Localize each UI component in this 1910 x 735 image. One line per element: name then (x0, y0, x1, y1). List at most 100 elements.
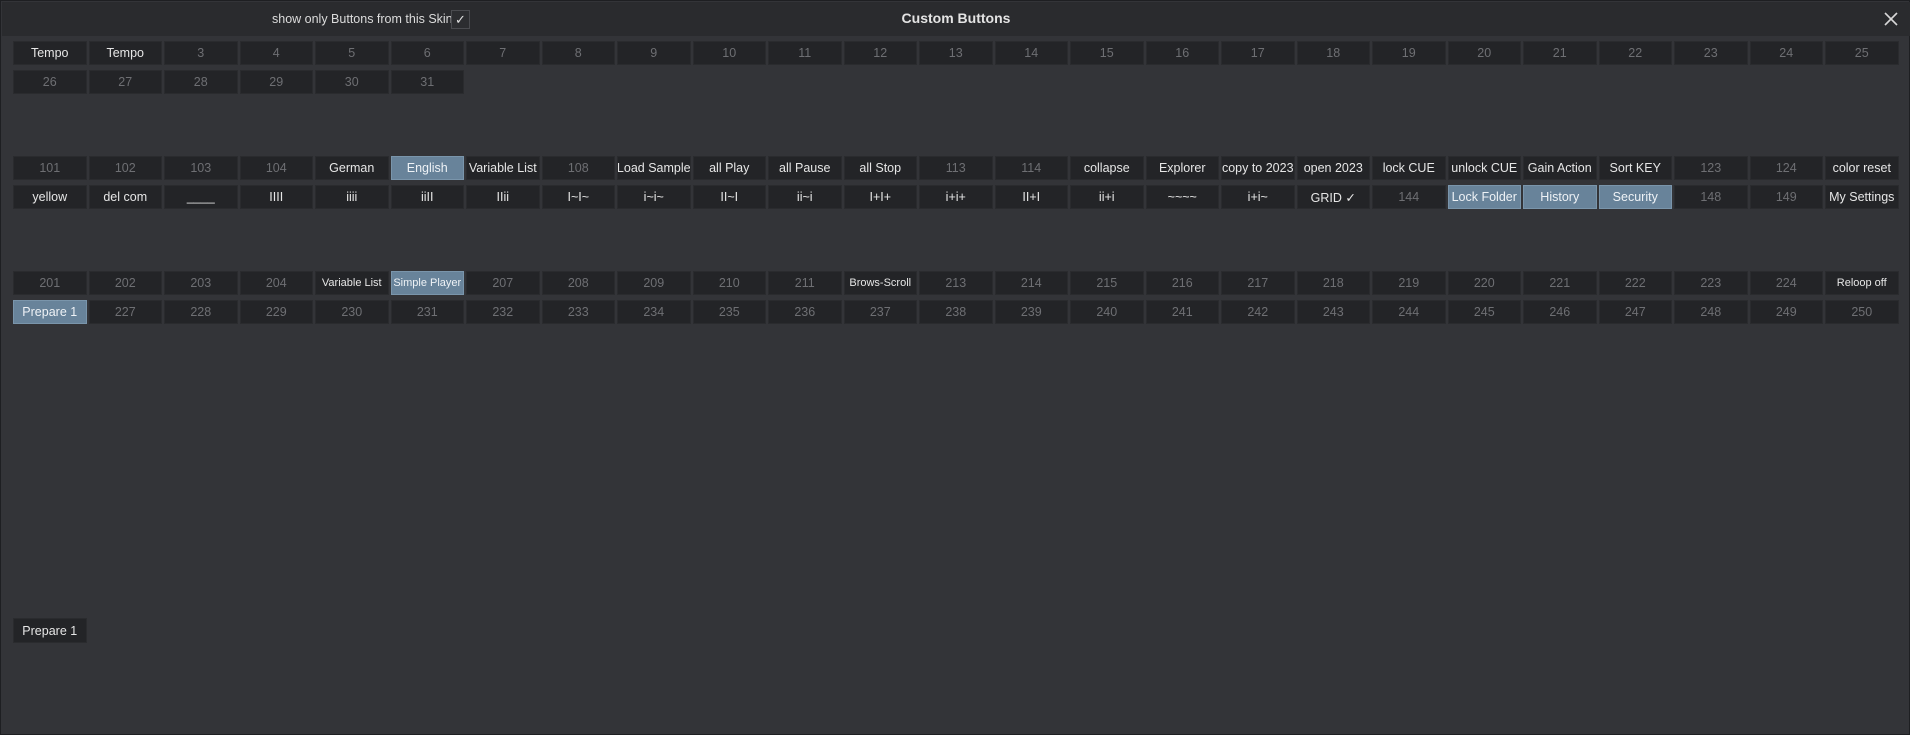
custom-button[interactable]: 207 (466, 271, 540, 295)
custom-button[interactable]: 227 (88, 300, 162, 324)
custom-button[interactable]: i+i+ (919, 185, 993, 209)
custom-button[interactable]: Prepare 1 (13, 300, 87, 324)
custom-button[interactable]: IIII (239, 185, 313, 209)
custom-button[interactable]: My Settings (1825, 185, 1899, 209)
custom-button[interactable]: 14 (994, 41, 1068, 65)
custom-button[interactable]: del com (88, 185, 162, 209)
custom-button[interactable]: yellow (13, 185, 87, 209)
custom-button[interactable]: II+I (994, 185, 1068, 209)
custom-button[interactable]: II~I (692, 185, 766, 209)
custom-button[interactable]: 221 (1523, 271, 1597, 295)
custom-button[interactable]: ~~~~ (1145, 185, 1219, 209)
custom-button[interactable]: iiii (315, 185, 389, 209)
custom-button[interactable]: 240 (1070, 300, 1144, 324)
custom-button[interactable]: 16 (1145, 41, 1219, 65)
custom-button[interactable]: 219 (1372, 271, 1446, 295)
custom-button[interactable]: Reloop off (1825, 271, 1899, 295)
custom-button[interactable]: 15 (1070, 41, 1144, 65)
custom-button[interactable]: 242 (1221, 300, 1295, 324)
custom-button[interactable]: 203 (164, 271, 238, 295)
custom-button[interactable]: 211 (768, 271, 842, 295)
custom-button[interactable]: 6 (390, 41, 464, 65)
custom-button[interactable]: 12 (843, 41, 917, 65)
custom-button[interactable]: 114 (994, 156, 1068, 180)
custom-button[interactable]: 229 (239, 300, 313, 324)
custom-button[interactable]: 244 (1372, 300, 1446, 324)
custom-button[interactable]: 218 (1296, 271, 1370, 295)
custom-button[interactable]: 249 (1749, 300, 1823, 324)
custom-button[interactable]: 123 (1674, 156, 1748, 180)
custom-button[interactable]: lock CUE (1372, 156, 1446, 180)
custom-button[interactable]: Simple Player (390, 271, 464, 295)
custom-button[interactable]: ii~i (768, 185, 842, 209)
custom-button[interactable]: 104 (239, 156, 313, 180)
custom-button[interactable]: 238 (919, 300, 993, 324)
custom-button[interactable]: 7 (466, 41, 540, 65)
custom-button[interactable]: iiII (390, 185, 464, 209)
custom-button[interactable]: 247 (1598, 300, 1672, 324)
custom-button[interactable]: 3 (164, 41, 238, 65)
custom-button[interactable]: 102 (88, 156, 162, 180)
custom-button[interactable]: 250 (1825, 300, 1899, 324)
custom-button[interactable]: 28 (164, 70, 238, 94)
custom-button[interactable]: German (315, 156, 389, 180)
custom-button[interactable]: 148 (1674, 185, 1748, 209)
custom-button[interactable]: 236 (768, 300, 842, 324)
custom-button[interactable]: 101 (13, 156, 87, 180)
custom-button[interactable]: 8 (541, 41, 615, 65)
custom-button[interactable]: all Pause (768, 156, 842, 180)
custom-button[interactable]: 201 (13, 271, 87, 295)
custom-button[interactable]: 239 (994, 300, 1068, 324)
custom-button[interactable]: Tempo (88, 41, 162, 65)
custom-button[interactable]: 124 (1749, 156, 1823, 180)
custom-button[interactable]: 4 (239, 41, 313, 65)
custom-button[interactable]: Variable List (315, 271, 389, 295)
custom-button[interactable]: 21 (1523, 41, 1597, 65)
custom-button[interactable]: 217 (1221, 271, 1295, 295)
custom-button[interactable]: 228 (164, 300, 238, 324)
custom-button[interactable]: 18 (1296, 41, 1370, 65)
custom-button[interactable]: 224 (1749, 271, 1823, 295)
custom-button[interactable]: 231 (390, 300, 464, 324)
custom-button[interactable]: 232 (466, 300, 540, 324)
custom-button[interactable]: ____ (164, 185, 238, 209)
custom-button[interactable]: 25 (1825, 41, 1899, 65)
custom-button[interactable]: 209 (617, 271, 691, 295)
custom-button[interactable]: 113 (919, 156, 993, 180)
custom-button[interactable]: Load Sample (617, 156, 691, 180)
custom-button[interactable]: Brows-Scroll (843, 271, 917, 295)
custom-button[interactable]: 22 (1598, 41, 1672, 65)
custom-button[interactable]: History (1523, 185, 1597, 209)
custom-button[interactable]: 204 (239, 271, 313, 295)
custom-button[interactable]: 246 (1523, 300, 1597, 324)
custom-button[interactable]: 149 (1749, 185, 1823, 209)
custom-button[interactable]: 5 (315, 41, 389, 65)
custom-button[interactable]: Lock Folder (1447, 185, 1521, 209)
custom-button[interactable]: Tempo (13, 41, 87, 65)
custom-button[interactable]: 230 (315, 300, 389, 324)
custom-button[interactable]: 31 (390, 70, 464, 94)
custom-button[interactable]: 108 (541, 156, 615, 180)
custom-button[interactable]: 13 (919, 41, 993, 65)
custom-button[interactable]: 208 (541, 271, 615, 295)
custom-button[interactable]: 23 (1674, 41, 1748, 65)
custom-button[interactable]: I~I~ (541, 185, 615, 209)
custom-button[interactable]: 245 (1447, 300, 1521, 324)
custom-button[interactable]: ii+i (1070, 185, 1144, 209)
custom-button[interactable]: 26 (13, 70, 87, 94)
custom-button[interactable]: i~i~ (617, 185, 691, 209)
custom-button[interactable]: 243 (1296, 300, 1370, 324)
preview-button[interactable]: Prepare 1 (13, 618, 87, 643)
custom-button[interactable]: 144 (1372, 185, 1446, 209)
custom-button[interactable]: copy to 2023 (1221, 156, 1295, 180)
custom-button[interactable]: 235 (692, 300, 766, 324)
custom-button[interactable]: 11 (768, 41, 842, 65)
custom-button[interactable]: 17 (1221, 41, 1295, 65)
custom-button[interactable]: 248 (1674, 300, 1748, 324)
custom-button[interactable]: 241 (1145, 300, 1219, 324)
custom-button[interactable]: 214 (994, 271, 1068, 295)
custom-button[interactable]: i+i~ (1221, 185, 1295, 209)
custom-button[interactable]: 215 (1070, 271, 1144, 295)
custom-button[interactable]: all Stop (843, 156, 917, 180)
custom-button[interactable]: unlock CUE (1447, 156, 1521, 180)
